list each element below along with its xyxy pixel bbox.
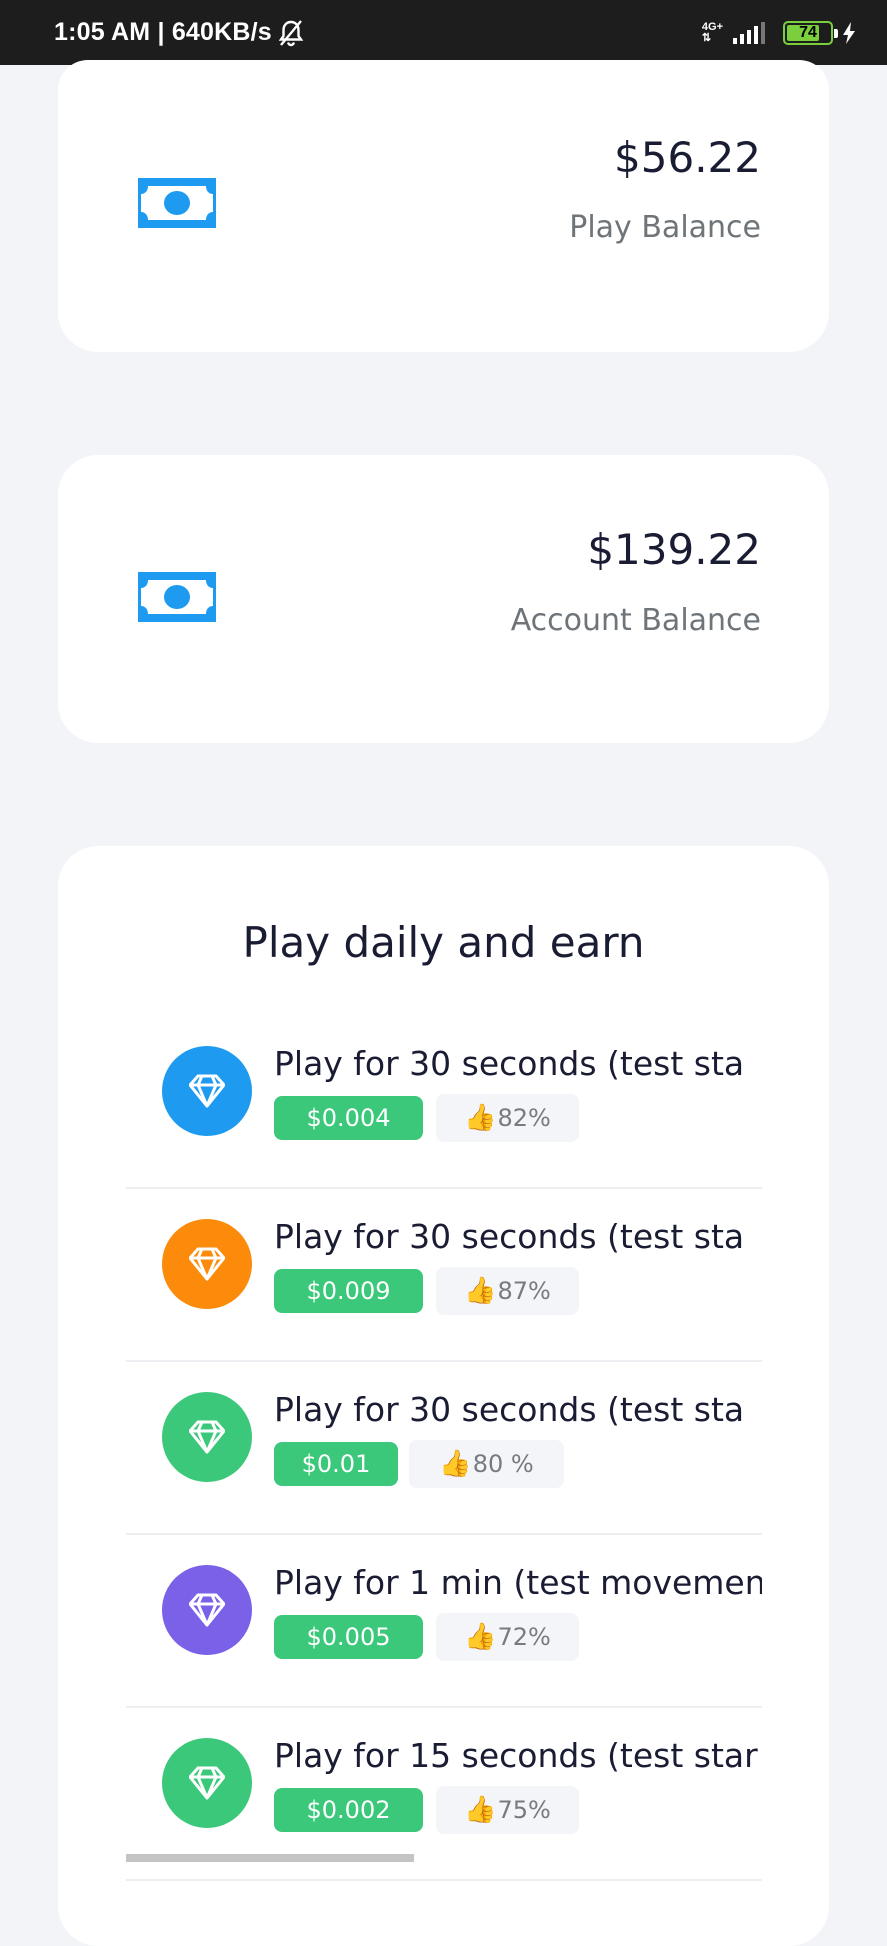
- banknote-icon: [138, 572, 216, 622]
- thumbs-up-icon: 👍: [464, 1622, 497, 1652]
- task-title: Play for 30 seconds (test sta: [274, 1390, 745, 1429]
- task-title: Play for 15 seconds (test star: [274, 1736, 758, 1775]
- rating-badge: 👍 72%: [436, 1613, 579, 1661]
- rating-badge: 👍 82%: [436, 1094, 579, 1142]
- status-left: 1:05 AM | 640KB/s: [54, 18, 304, 47]
- status-bar: 1:05 AM | 640KB/s 4G+ ⇅ 74: [0, 0, 887, 65]
- rating-value: 72%: [497, 1623, 551, 1651]
- diamond-icon: [189, 1593, 225, 1627]
- bell-muted-icon: [278, 19, 304, 46]
- signal-icon: [733, 21, 765, 44]
- account-balance-label: Account Balance: [510, 603, 761, 638]
- task-title: Play for 30 seconds (test sta: [274, 1044, 745, 1083]
- reward-badge: $0.004: [274, 1096, 423, 1140]
- play-balance-amount: $56.22: [614, 133, 761, 182]
- rating-value: 82%: [497, 1104, 551, 1132]
- status-time-speed: 1:05 AM | 640KB/s: [54, 18, 272, 46]
- daily-tasks-card: Play daily and earn Play for 30 seconds …: [58, 846, 829, 1946]
- task-icon-circle: [162, 1046, 252, 1136]
- task-icon-circle: [162, 1565, 252, 1655]
- task-item[interactable]: Play for 30 seconds (test sta $0.009 👍 8…: [126, 1189, 762, 1362]
- scrollbar-thumb[interactable]: [126, 1854, 414, 1862]
- thumbs-up-icon: 👍: [464, 1795, 497, 1825]
- rating-badge: 👍 87%: [436, 1267, 579, 1315]
- status-right: 4G+ ⇅ 74: [701, 20, 857, 45]
- task-icon-circle: [162, 1392, 252, 1482]
- diamond-icon: [189, 1074, 225, 1108]
- account-balance-card: $139.22 Account Balance: [58, 455, 829, 743]
- network-indicator: 4G+ ⇅: [701, 20, 723, 44]
- task-item[interactable]: Play for 1 min (test movemen $0.005 👍 72…: [126, 1535, 762, 1708]
- thumbs-up-icon: 👍: [464, 1276, 497, 1306]
- rating-value: 87%: [497, 1277, 551, 1305]
- rating-value: 80 %: [472, 1450, 534, 1478]
- battery-level: 74: [799, 23, 817, 41]
- horizontal-scrollbar[interactable]: [126, 1854, 762, 1862]
- diamond-icon: [189, 1420, 225, 1454]
- reward-badge: $0.009: [274, 1269, 423, 1313]
- daily-tasks-title: Play daily and earn: [242, 918, 645, 967]
- reward-badge: $0.01: [274, 1442, 398, 1486]
- rating-badge: 👍 75%: [436, 1786, 579, 1834]
- task-icon-circle: [162, 1219, 252, 1309]
- play-balance-card: $56.22 Play Balance: [58, 60, 829, 352]
- play-balance-label: Play Balance: [569, 210, 761, 245]
- network-type: 4G+: [701, 20, 723, 33]
- task-title: Play for 30 seconds (test sta: [274, 1217, 745, 1256]
- thumbs-up-icon: 👍: [439, 1449, 472, 1479]
- reward-badge: $0.002: [274, 1788, 423, 1832]
- account-balance-amount: $139.22: [587, 525, 761, 574]
- rating-badge: 👍 80 %: [409, 1440, 564, 1488]
- thumbs-up-icon: 👍: [464, 1103, 497, 1133]
- rating-value: 75%: [497, 1796, 551, 1824]
- data-arrows-icon: ⇅: [701, 31, 712, 44]
- task-item[interactable]: Play for 30 seconds (test sta $0.004 👍 8…: [126, 1016, 762, 1189]
- task-item[interactable]: Play for 30 seconds (test sta $0.01 👍 80…: [126, 1362, 762, 1535]
- charging-bolt-icon: [843, 21, 855, 44]
- task-icon-circle: [162, 1738, 252, 1828]
- diamond-icon: [189, 1766, 225, 1800]
- task-list: Play for 30 seconds (test sta $0.004 👍 8…: [126, 1016, 762, 1881]
- diamond-icon: [189, 1247, 225, 1281]
- task-title: Play for 1 min (test movemen: [274, 1563, 762, 1602]
- banknote-icon: [138, 178, 216, 228]
- reward-badge: $0.005: [274, 1615, 423, 1659]
- battery-icon: 74: [783, 20, 838, 45]
